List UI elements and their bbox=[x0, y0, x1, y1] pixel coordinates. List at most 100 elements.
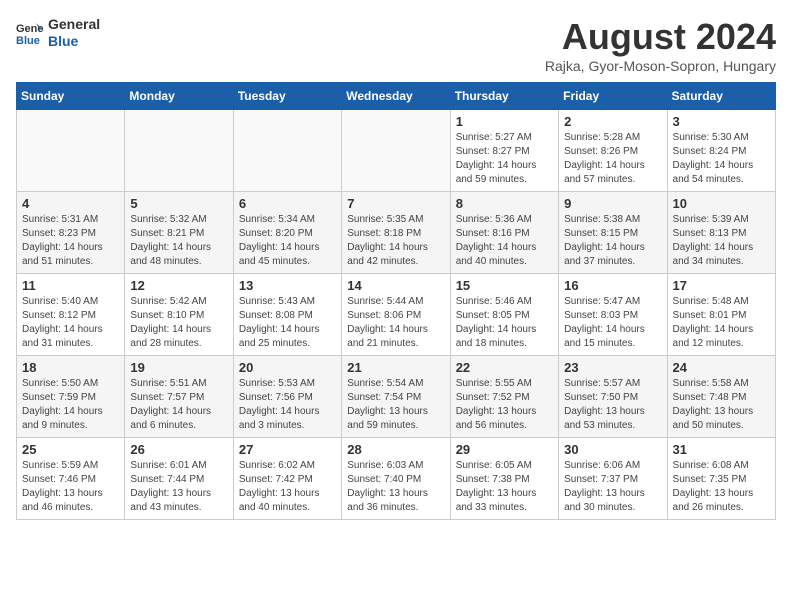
day-cell: 12 Sunrise: 5:42 AM Sunset: 8:10 PM Dayli… bbox=[125, 274, 233, 356]
day-detail: Sunrise: 5:46 AM Sunset: 8:05 PM Dayligh… bbox=[456, 295, 553, 351]
day-detail: Sunrise: 5:47 AM Sunset: 8:03 PM Dayligh… bbox=[564, 295, 661, 351]
day-detail: Sunrise: 6:06 AM Sunset: 7:37 PM Dayligh… bbox=[564, 459, 661, 515]
day-detail: Sunrise: 5:40 AM Sunset: 8:12 PM Dayligh… bbox=[22, 295, 119, 351]
day-detail: Sunrise: 5:58 AM Sunset: 7:48 PM Dayligh… bbox=[673, 377, 770, 433]
day-detail: Sunrise: 5:44 AM Sunset: 8:06 PM Dayligh… bbox=[347, 295, 444, 351]
day-number: 16 bbox=[564, 278, 661, 293]
day-detail: Sunrise: 6:03 AM Sunset: 7:40 PM Dayligh… bbox=[347, 459, 444, 515]
day-detail: Sunrise: 5:55 AM Sunset: 7:52 PM Dayligh… bbox=[456, 377, 553, 433]
day-number: 14 bbox=[347, 278, 444, 293]
header-row: SundayMondayTuesdayWednesdayThursdayFrid… bbox=[17, 83, 776, 110]
day-detail: Sunrise: 5:31 AM Sunset: 8:23 PM Dayligh… bbox=[22, 213, 119, 269]
day-cell bbox=[125, 110, 233, 192]
week-row-1: 1 Sunrise: 5:27 AM Sunset: 8:27 PM Daylig… bbox=[17, 110, 776, 192]
day-cell: 18 Sunrise: 5:50 AM Sunset: 7:59 PM Dayli… bbox=[17, 356, 125, 438]
day-detail: Sunrise: 5:28 AM Sunset: 8:26 PM Dayligh… bbox=[564, 131, 661, 187]
title-block: August 2024 Rajka, Gyor-Moson-Sopron, Hu… bbox=[545, 16, 776, 74]
day-number: 18 bbox=[22, 360, 119, 375]
day-number: 10 bbox=[673, 196, 770, 211]
logo-line2: Blue bbox=[48, 33, 100, 50]
day-cell: 7Sunrise: 5:35 AM Sunset: 8:18 PM Daylig… bbox=[342, 192, 450, 274]
day-cell: 31 Sunrise: 6:08 AM Sunset: 7:35 PM Dayli… bbox=[667, 438, 775, 520]
day-number: 21 bbox=[347, 360, 444, 375]
day-number: 2 bbox=[564, 114, 661, 129]
calendar-table: SundayMondayTuesdayWednesdayThursdayFrid… bbox=[16, 82, 776, 520]
day-number: 31 bbox=[673, 442, 770, 457]
day-number: 27 bbox=[239, 442, 336, 457]
day-detail: Sunrise: 5:43 AM Sunset: 8:08 PM Dayligh… bbox=[239, 295, 336, 351]
day-detail: Sunrise: 6:05 AM Sunset: 7:38 PM Dayligh… bbox=[456, 459, 553, 515]
day-number: 23 bbox=[564, 360, 661, 375]
day-cell: 22 Sunrise: 5:55 AM Sunset: 7:52 PM Dayli… bbox=[450, 356, 558, 438]
day-cell: 24Sunrise: 5:58 AM Sunset: 7:48 PM Dayli… bbox=[667, 356, 775, 438]
day-cell: 17Sunrise: 5:48 AM Sunset: 8:01 PM Dayli… bbox=[667, 274, 775, 356]
week-row-2: 4 Sunrise: 5:31 AM Sunset: 8:23 PM Daylig… bbox=[17, 192, 776, 274]
day-cell: 28 Sunrise: 6:03 AM Sunset: 7:40 PM Dayli… bbox=[342, 438, 450, 520]
day-cell bbox=[342, 110, 450, 192]
col-header-sunday: Sunday bbox=[17, 83, 125, 110]
day-cell: 9Sunrise: 5:38 AM Sunset: 8:15 PM Daylig… bbox=[559, 192, 667, 274]
day-cell: 29Sunrise: 6:05 AM Sunset: 7:38 PM Dayli… bbox=[450, 438, 558, 520]
logo-icon: General Blue bbox=[16, 19, 44, 47]
day-number: 12 bbox=[130, 278, 227, 293]
day-detail: Sunrise: 6:08 AM Sunset: 7:35 PM Dayligh… bbox=[673, 459, 770, 515]
day-number: 28 bbox=[347, 442, 444, 457]
day-number: 9 bbox=[564, 196, 661, 211]
logo: General Blue General Blue bbox=[16, 16, 100, 50]
month-title: August 2024 bbox=[545, 16, 776, 58]
day-cell: 19Sunrise: 5:51 AM Sunset: 7:57 PM Dayli… bbox=[125, 356, 233, 438]
day-number: 1 bbox=[456, 114, 553, 129]
day-detail: Sunrise: 5:54 AM Sunset: 7:54 PM Dayligh… bbox=[347, 377, 444, 433]
day-cell: 21 Sunrise: 5:54 AM Sunset: 7:54 PM Dayli… bbox=[342, 356, 450, 438]
day-detail: Sunrise: 5:59 AM Sunset: 7:46 PM Dayligh… bbox=[22, 459, 119, 515]
day-number: 8 bbox=[456, 196, 553, 211]
day-cell: 11 Sunrise: 5:40 AM Sunset: 8:12 PM Dayli… bbox=[17, 274, 125, 356]
logo-line1: General bbox=[48, 16, 100, 33]
day-detail: Sunrise: 5:34 AM Sunset: 8:20 PM Dayligh… bbox=[239, 213, 336, 269]
day-detail: Sunrise: 5:36 AM Sunset: 8:16 PM Dayligh… bbox=[456, 213, 553, 269]
col-header-friday: Friday bbox=[559, 83, 667, 110]
week-row-4: 18 Sunrise: 5:50 AM Sunset: 7:59 PM Dayli… bbox=[17, 356, 776, 438]
day-detail: Sunrise: 5:57 AM Sunset: 7:50 PM Dayligh… bbox=[564, 377, 661, 433]
day-number: 30 bbox=[564, 442, 661, 457]
day-cell: 15Sunrise: 5:46 AM Sunset: 8:05 PM Dayli… bbox=[450, 274, 558, 356]
day-cell: 20 Sunrise: 5:53 AM Sunset: 7:56 PM Dayli… bbox=[233, 356, 341, 438]
day-cell: 8 Sunrise: 5:36 AM Sunset: 8:16 PM Daylig… bbox=[450, 192, 558, 274]
day-number: 6 bbox=[239, 196, 336, 211]
day-cell: 6 Sunrise: 5:34 AM Sunset: 8:20 PM Daylig… bbox=[233, 192, 341, 274]
header: General Blue General Blue August 2024 Ra… bbox=[16, 16, 776, 74]
day-detail: Sunrise: 5:42 AM Sunset: 8:10 PM Dayligh… bbox=[130, 295, 227, 351]
day-number: 11 bbox=[22, 278, 119, 293]
day-detail: Sunrise: 6:01 AM Sunset: 7:44 PM Dayligh… bbox=[130, 459, 227, 515]
day-detail: Sunrise: 5:48 AM Sunset: 8:01 PM Dayligh… bbox=[673, 295, 770, 351]
day-detail: Sunrise: 5:27 AM Sunset: 8:27 PM Dayligh… bbox=[456, 131, 553, 187]
col-header-monday: Monday bbox=[125, 83, 233, 110]
day-number: 3 bbox=[673, 114, 770, 129]
day-cell bbox=[233, 110, 341, 192]
svg-text:Blue: Blue bbox=[16, 35, 40, 47]
day-cell: 23 Sunrise: 5:57 AM Sunset: 7:50 PM Dayli… bbox=[559, 356, 667, 438]
day-cell bbox=[17, 110, 125, 192]
day-detail: Sunrise: 5:32 AM Sunset: 8:21 PM Dayligh… bbox=[130, 213, 227, 269]
day-number: 22 bbox=[456, 360, 553, 375]
day-cell: 27Sunrise: 6:02 AM Sunset: 7:42 PM Dayli… bbox=[233, 438, 341, 520]
day-number: 20 bbox=[239, 360, 336, 375]
day-cell: 13Sunrise: 5:43 AM Sunset: 8:08 PM Dayli… bbox=[233, 274, 341, 356]
day-cell: 10 Sunrise: 5:39 AM Sunset: 8:13 PM Dayli… bbox=[667, 192, 775, 274]
day-cell: 1 Sunrise: 5:27 AM Sunset: 8:27 PM Daylig… bbox=[450, 110, 558, 192]
day-cell: 4 Sunrise: 5:31 AM Sunset: 8:23 PM Daylig… bbox=[17, 192, 125, 274]
day-number: 4 bbox=[22, 196, 119, 211]
week-row-5: 25Sunrise: 5:59 AM Sunset: 7:46 PM Dayli… bbox=[17, 438, 776, 520]
day-detail: Sunrise: 5:53 AM Sunset: 7:56 PM Dayligh… bbox=[239, 377, 336, 433]
col-header-wednesday: Wednesday bbox=[342, 83, 450, 110]
day-cell: 30 Sunrise: 6:06 AM Sunset: 7:37 PM Dayli… bbox=[559, 438, 667, 520]
day-cell: 2 Sunrise: 5:28 AM Sunset: 8:26 PM Daylig… bbox=[559, 110, 667, 192]
col-header-tuesday: Tuesday bbox=[233, 83, 341, 110]
day-cell: 5Sunrise: 5:32 AM Sunset: 8:21 PM Daylig… bbox=[125, 192, 233, 274]
day-detail: Sunrise: 5:50 AM Sunset: 7:59 PM Dayligh… bbox=[22, 377, 119, 433]
day-number: 26 bbox=[130, 442, 227, 457]
day-detail: Sunrise: 5:39 AM Sunset: 8:13 PM Dayligh… bbox=[673, 213, 770, 269]
day-cell: 26 Sunrise: 6:01 AM Sunset: 7:44 PM Dayli… bbox=[125, 438, 233, 520]
day-detail: Sunrise: 5:30 AM Sunset: 8:24 PM Dayligh… bbox=[673, 131, 770, 187]
day-cell: 14 Sunrise: 5:44 AM Sunset: 8:06 PM Dayli… bbox=[342, 274, 450, 356]
